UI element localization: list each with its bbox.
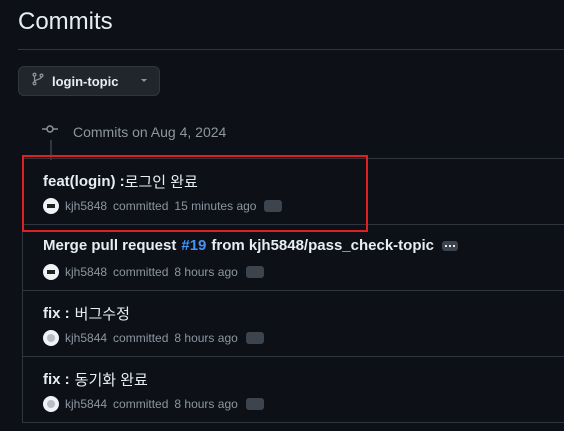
avatar[interactable]	[43, 396, 59, 412]
title-divider	[18, 49, 564, 50]
commit-time: 8 hours ago	[174, 331, 238, 345]
commit-message-suffix: from kjh5848/pass_check-topic	[211, 237, 434, 254]
commit-message-prefix: fix :	[43, 305, 70, 322]
commit-message-prefix: fix :	[43, 371, 70, 388]
commit-meta: kjh5844 committed 8 hours ago	[43, 330, 264, 346]
commit-time: 15 minutes ago	[174, 199, 257, 213]
commit-author[interactable]: kjh5844	[65, 397, 107, 411]
timeline-line	[50, 140, 52, 160]
status-check-icon[interactable]	[245, 266, 264, 278]
commit-row: fix : 동기화 완료 kjh5844 committed 8 hours a…	[23, 357, 564, 423]
avatar[interactable]	[43, 198, 59, 214]
status-check-icon[interactable]	[245, 332, 264, 344]
commit-row: fix : 버그수정 kjh5844 committed 8 hours ago	[23, 291, 564, 357]
branch-name: login-topic	[52, 73, 119, 89]
page-title: Commits	[18, 8, 113, 35]
git-branch-icon	[31, 72, 45, 91]
commit-author[interactable]: kjh5848	[65, 265, 107, 279]
commit-message-prefix: Merge pull request	[43, 237, 177, 254]
commit-list: feat(login) : 로그인 완료 kjh5848 committed 1…	[22, 158, 564, 423]
commit-message-prefix: feat(login) :	[43, 173, 125, 190]
commit-message-link[interactable]: feat(login) : 로그인 완료	[43, 171, 198, 192]
commit-group-header: Commits on Aug 4, 2024	[42, 121, 226, 142]
commit-message-link[interactable]: fix : 동기화 완료	[43, 369, 148, 390]
commit-message-link[interactable]: Merge pull request #19 from kjh5848/pass…	[43, 237, 458, 254]
commit-time: 8 hours ago	[174, 397, 238, 411]
commit-meta: kjh5844 committed 8 hours ago	[43, 396, 264, 412]
commit-action: committed	[113, 265, 169, 279]
git-commit-icon	[42, 121, 58, 142]
avatar[interactable]	[43, 264, 59, 280]
commit-row: Merge pull request #19 from kjh5848/pass…	[23, 225, 564, 291]
commit-message-text: 버그수정	[74, 306, 130, 323]
commit-author[interactable]: kjh5844	[65, 331, 107, 345]
commit-message-link[interactable]: fix : 버그수정	[43, 303, 130, 324]
commits-page: Commits login-topic Commits on Aug 4, 20…	[0, 0, 564, 431]
commit-message-text: 동기화 완료	[74, 372, 148, 389]
commit-row: feat(login) : 로그인 완료 kjh5848 committed 1…	[23, 159, 564, 225]
commit-author[interactable]: kjh5848	[65, 199, 107, 213]
commit-action: committed	[113, 331, 169, 345]
status-check-icon[interactable]	[264, 200, 283, 212]
expand-ellipsis-button[interactable]	[442, 240, 458, 251]
commit-action: committed	[113, 397, 169, 411]
chevron-down-icon	[139, 72, 149, 90]
commit-group-date: Commits on Aug 4, 2024	[73, 123, 227, 140]
avatar[interactable]	[43, 330, 59, 346]
pull-request-link[interactable]: #19	[181, 237, 206, 254]
commit-action: committed	[113, 199, 169, 213]
status-check-icon[interactable]	[245, 398, 264, 410]
branch-selector-button[interactable]: login-topic	[18, 66, 160, 96]
commit-message-text: 로그인 완료	[124, 174, 198, 191]
commit-meta: kjh5848 committed 8 hours ago	[43, 264, 264, 280]
commit-time: 8 hours ago	[174, 265, 238, 279]
commit-meta: kjh5848 committed 15 minutes ago	[43, 198, 283, 214]
